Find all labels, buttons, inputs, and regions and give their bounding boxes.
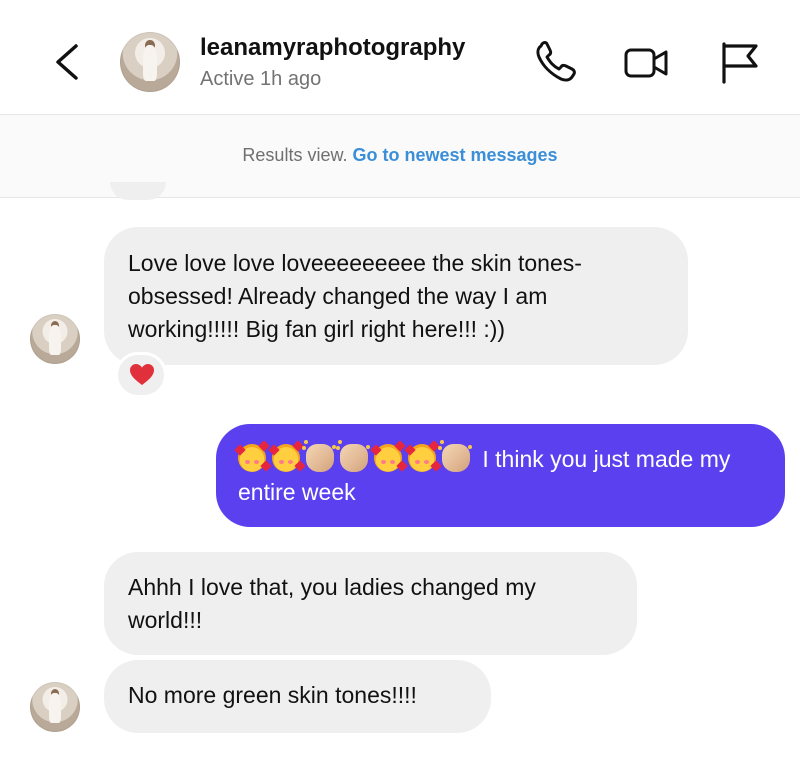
clapping-hands-icon (302, 444, 334, 472)
message-text: Ahhh I love that, you ladies changed my … (128, 574, 536, 633)
video-camera-icon[interactable] (622, 40, 670, 86)
chat-header: leanamyraphotography Active 1h ago (0, 0, 800, 114)
clapping-hands-icon (438, 444, 470, 472)
smiling-face-with-hearts-icon (370, 440, 408, 472)
message-text: No more green skin tones!!!! (128, 682, 417, 708)
back-chevron-icon[interactable] (48, 40, 88, 84)
message-reaction[interactable] (115, 352, 167, 398)
incoming-message[interactable]: Ahhh I love that, you ladies changed my … (104, 552, 637, 655)
clapping-hands-icon (336, 444, 368, 472)
go-to-newest-link[interactable]: Go to newest messages (352, 145, 557, 165)
phone-icon[interactable] (532, 40, 580, 86)
message-text: Love love love loveeeeeeeee the skin ton… (128, 250, 582, 342)
outgoing-message[interactable]: I think you just made my entire week (216, 424, 785, 527)
incoming-message[interactable]: Love love love loveeeeeeeee the skin ton… (104, 227, 688, 365)
flag-icon[interactable] (716, 40, 764, 86)
red-heart-icon (130, 364, 154, 385)
smiling-face-with-hearts-icon (234, 440, 272, 472)
profile-avatar[interactable] (120, 32, 180, 92)
sender-avatar[interactable] (30, 682, 80, 732)
incoming-message[interactable]: No more green skin tones!!!! (104, 660, 491, 733)
smiling-face-with-hearts-icon (268, 440, 306, 472)
active-status: Active 1h ago (200, 68, 322, 90)
username[interactable]: leanamyraphotography (200, 34, 465, 62)
smiling-face-with-hearts-icon (404, 440, 442, 472)
results-view-label: Results view. (242, 145, 348, 165)
sender-avatar[interactable] (30, 314, 80, 364)
